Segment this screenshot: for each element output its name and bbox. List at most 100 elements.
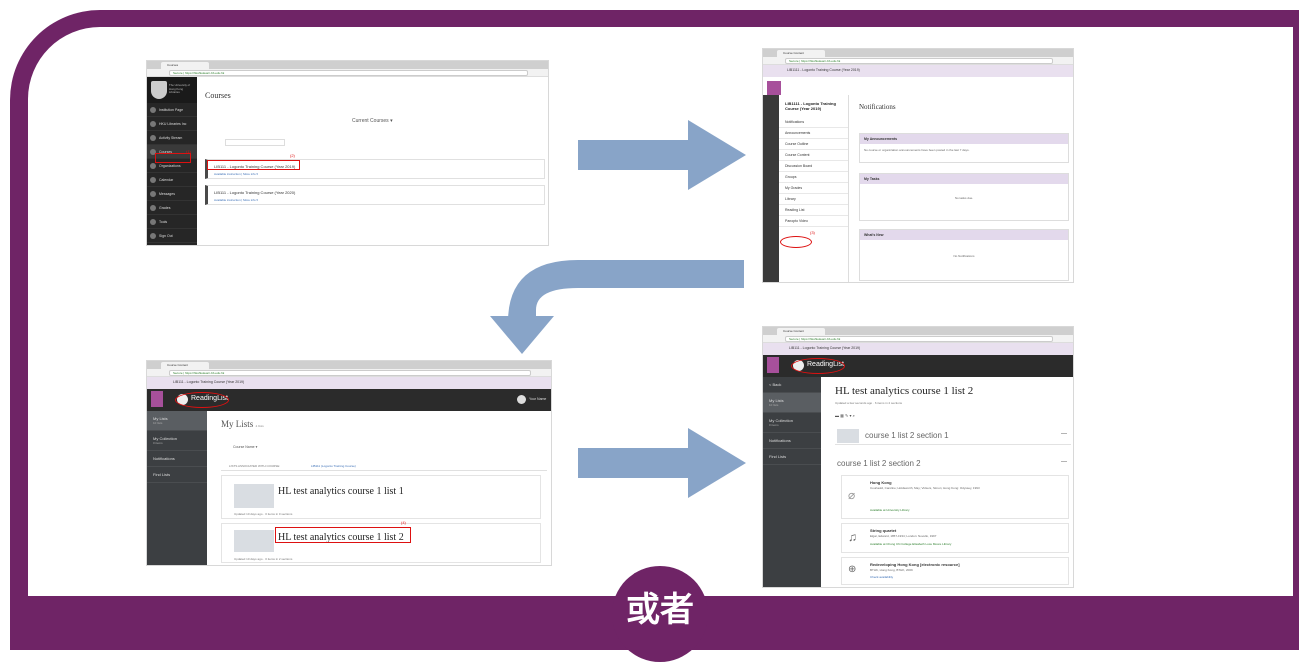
- browser-tab[interactable]: Courses: [161, 62, 209, 69]
- readinglist-sidebar: < Back My Lists 10 lists My Collection 0 i…: [763, 377, 821, 587]
- sidebar-item-notifications[interactable]: Notifications: [147, 451, 207, 467]
- course-breadcrumb-bar: LIB111 - Logonto Training Course (Year 2…: [763, 343, 1073, 355]
- sidebar-item-my-lists[interactable]: My Lists 10 lists: [147, 411, 207, 431]
- highlight-reading-list: [780, 236, 812, 248]
- sidebar-item-profile[interactable]: HKU Libraries Inc: [147, 117, 197, 131]
- section-header-1[interactable]: course 1 list 2 section 1 —: [835, 427, 1071, 445]
- address-bar[interactable]: Secure | https://hkuhkulearn.bb.edu.hk: [785, 336, 1053, 342]
- sidebar-item-my-lists[interactable]: My Lists 10 lists: [763, 393, 821, 413]
- sidebar-item-find-lists[interactable]: Find Lists: [763, 449, 821, 465]
- menu-item-library[interactable]: Library: [779, 194, 848, 205]
- or-divider-badge: 或者: [612, 566, 708, 662]
- menu-item-course-content[interactable]: Course Content: [779, 150, 848, 161]
- menu-item-panopto[interactable]: Panopto Video: [779, 216, 848, 227]
- lists-note: LISTS ASSOCIATED WITH COURSE:: [229, 464, 281, 468]
- step-number-4: (4): [401, 520, 406, 525]
- avatar[interactable]: [517, 395, 526, 404]
- sidebar-item-my-collection[interactable]: My Collection 0 items: [763, 413, 821, 433]
- menu-item-course-outline[interactable]: Course Outline: [779, 139, 848, 150]
- list-item[interactable]: ♫ String quartet Elgar, Edward, 1857-193…: [841, 523, 1069, 553]
- breadcrumb[interactable]: LIB1111 - Logonto Training Course (Year …: [787, 68, 860, 72]
- sidebar-label: Activity Stream: [159, 136, 183, 140]
- item-availability[interactable]: Available at University Library: [870, 508, 909, 512]
- breadcrumb[interactable]: LIB111 - Logonto Training Course (Year 2…: [173, 380, 244, 384]
- address-bar[interactable]: Secure | https://hkuhkulearn.bb.edu.hk: [169, 70, 528, 76]
- filter-dropdown[interactable]: Course Name ▾: [233, 445, 257, 449]
- sidebar-label: Find Lists: [153, 472, 171, 477]
- item-availability[interactable]: Check availability: [870, 575, 893, 579]
- menu-item-my-grades[interactable]: My Grades: [779, 183, 848, 194]
- section-header-2[interactable]: course 1 list 2 section 2 —: [835, 457, 1071, 471]
- sidebar-item-my-collection[interactable]: My Collection 0 items: [147, 431, 207, 451]
- course-filter-dropdown[interactable]: Current Courses ▾: [352, 118, 393, 124]
- list-card-1[interactable]: HL test analytics course 1 list 1 Update…: [221, 475, 541, 519]
- menu-item-reading-list[interactable]: Reading List: [779, 205, 848, 216]
- course-info[interactable]: Available instruction | More info ▾: [214, 198, 258, 202]
- browser-toolbar: Secure | https://hkuhkulearn.bb.edu.hk: [763, 57, 1073, 65]
- arrow-curve-down-icon: [490, 260, 744, 354]
- course-title[interactable]: LIB111 - Logonto Training Course (Year 2…: [214, 190, 295, 195]
- menu-item-announcements[interactable]: Announcements: [779, 128, 848, 139]
- list-meta: Updated 10 days ago · 0 items in 0 secti…: [234, 512, 293, 516]
- section-title: course 1 list 2 section 2: [837, 459, 921, 468]
- item-title[interactable]: Redeveloping Hong Kong [electronic resou…: [870, 562, 960, 567]
- address-bar[interactable]: Secure | https://hkuhkulearn.bb.edu.hk: [169, 370, 531, 376]
- menu-item-discussion-board[interactable]: Discussion Board: [779, 161, 848, 172]
- sidebar-label: < Back: [769, 382, 782, 387]
- browser-tabstrip: Course Content: [763, 49, 1073, 57]
- browser-tabstrip: Course Content: [763, 327, 1073, 335]
- sidebar-item-notifications[interactable]: Notifications: [763, 433, 821, 449]
- sidebar-item-institution[interactable]: Institution Page: [147, 103, 197, 117]
- page-heading: My Lists 4 lists: [221, 419, 264, 429]
- sidebar-item-signout[interactable]: Sign Out: [147, 229, 197, 243]
- collapse-icon[interactable]: —: [1061, 431, 1067, 437]
- home-icon: [150, 107, 156, 113]
- book-cover-image: [234, 484, 274, 508]
- list-item[interactable]: ⌀ Hong Kong Courtauld, Caroline; Holdswo…: [841, 475, 1069, 519]
- course-menu-toggle[interactable]: [767, 81, 781, 95]
- browser-tab[interactable]: Course Content: [777, 328, 825, 335]
- address-bar[interactable]: Secure | https://hkuhkulearn.bb.edu.hk: [785, 58, 1053, 64]
- item-authors: Elgar, Edward, 1857-1934; London: Novell…: [870, 534, 937, 538]
- module-body: No course or organization announcements …: [864, 148, 970, 152]
- search-bar[interactable]: [225, 139, 285, 146]
- browser-toolbar: Secure | https://hkuhkulearn.bb.edu.hk: [147, 69, 548, 77]
- course-card-2020[interactable]: LIB111 - Logonto Training Course (Year 2…: [205, 185, 545, 205]
- list-meta: Updated a few seconds ago · 6 items in 2…: [835, 401, 903, 405]
- calendar-icon: [150, 177, 156, 183]
- item-availability[interactable]: Available at Chung Chi College Elisabeth…: [870, 542, 951, 546]
- user-name[interactable]: Your Name: [529, 397, 546, 401]
- menu-toggle[interactable]: [151, 391, 163, 407]
- sidebar-item-activity[interactable]: Activity Stream: [147, 131, 197, 145]
- menu-item-notifications[interactable]: Notifications: [779, 117, 848, 128]
- list-title[interactable]: HL test analytics course 1 list 1: [278, 486, 404, 497]
- lists-course-link[interactable]: LIB111 (Logonto Training Course): [311, 464, 356, 468]
- browser-tabstrip: Course Content: [147, 361, 551, 369]
- item-title[interactable]: String quartet: [870, 528, 896, 533]
- sidebar-item-grades[interactable]: Grades: [147, 201, 197, 215]
- browser-tab[interactable]: Course Content: [777, 50, 825, 57]
- sidebar-item-find-lists[interactable]: Find Lists: [147, 467, 207, 483]
- course-info[interactable]: Available instruction | More info ▾: [214, 172, 258, 176]
- browser-tab[interactable]: Course Content: [161, 362, 209, 369]
- heading-text: My Lists: [221, 419, 254, 429]
- sidebar-item-messages[interactable]: Messages: [147, 187, 197, 201]
- menu-toggle[interactable]: [767, 357, 779, 373]
- collapse-icon[interactable]: —: [1061, 459, 1067, 465]
- user-icon: [150, 121, 156, 127]
- toolbar-icons[interactable]: ▬ ▦ ✎ ▾ ⌕: [835, 413, 855, 418]
- sidebar-label: HKU Libraries Inc: [159, 122, 187, 126]
- heading-count: 4 lists: [255, 424, 264, 428]
- breadcrumb[interactable]: LIB111 - Logonto Training Course (Year 2…: [789, 346, 860, 350]
- list-item[interactable]: ⊕ Redeveloping Hong Kong [electronic res…: [841, 557, 1069, 585]
- sidebar-item-tools[interactable]: Tools: [147, 215, 197, 229]
- lists-association-bar: LISTS ASSOCIATED WITH COURSE: LIB111 (Lo…: [221, 461, 547, 471]
- menu-item-groups[interactable]: Groups: [779, 172, 848, 183]
- sidebar-item-calendar[interactable]: Calendar: [147, 173, 197, 187]
- screenshot-courses: Courses Secure | https://hkuhkulearn.bb.…: [146, 60, 549, 246]
- highlight-list-2: [275, 527, 411, 543]
- item-authors: Courtauld, Caroline; Holdsworth, May; Vi…: [870, 486, 980, 490]
- item-title[interactable]: Hong Kong: [870, 480, 892, 485]
- messages-icon: [150, 191, 156, 197]
- sidebar-back-link[interactable]: < Back: [763, 377, 821, 393]
